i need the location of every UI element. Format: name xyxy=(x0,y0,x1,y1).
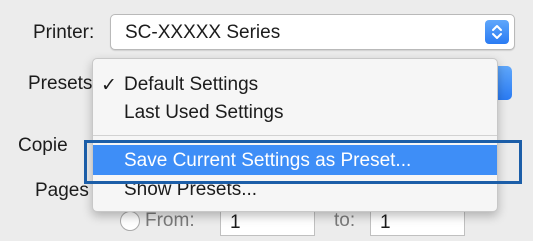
checkmark-icon: ✓ xyxy=(101,75,117,96)
from-label: From: xyxy=(145,210,195,231)
menu-item-last-used-settings[interactable]: Last Used Settings xyxy=(93,99,497,125)
to-field-value: 1 xyxy=(380,212,391,233)
from-radio-button[interactable] xyxy=(120,211,140,231)
printer-label: Printer: xyxy=(33,22,95,43)
printer-select-value: SC-XXXXX Series xyxy=(125,22,281,43)
to-label: to: xyxy=(334,210,356,231)
to-field[interactable]: 1 xyxy=(370,208,465,236)
highlight-frame xyxy=(84,140,522,184)
presets-label: Presets xyxy=(28,73,93,94)
presets-menu: ✓ Default Settings Last Used Settings Sa… xyxy=(92,58,498,212)
from-field-value: 1 xyxy=(230,212,241,233)
menu-item-label: Default Settings xyxy=(124,74,259,95)
menu-item-label: Last Used Settings xyxy=(124,102,284,123)
menu-item-default-settings[interactable]: ✓ Default Settings xyxy=(93,71,497,97)
updown-chevron-icon[interactable] xyxy=(485,20,509,44)
from-field[interactable]: 1 xyxy=(220,208,315,236)
pages-label: Pages xyxy=(35,180,89,201)
copies-label: Copie xyxy=(18,135,68,156)
menu-separator xyxy=(93,135,497,136)
printer-select[interactable]: SC-XXXXX Series xyxy=(110,14,515,50)
